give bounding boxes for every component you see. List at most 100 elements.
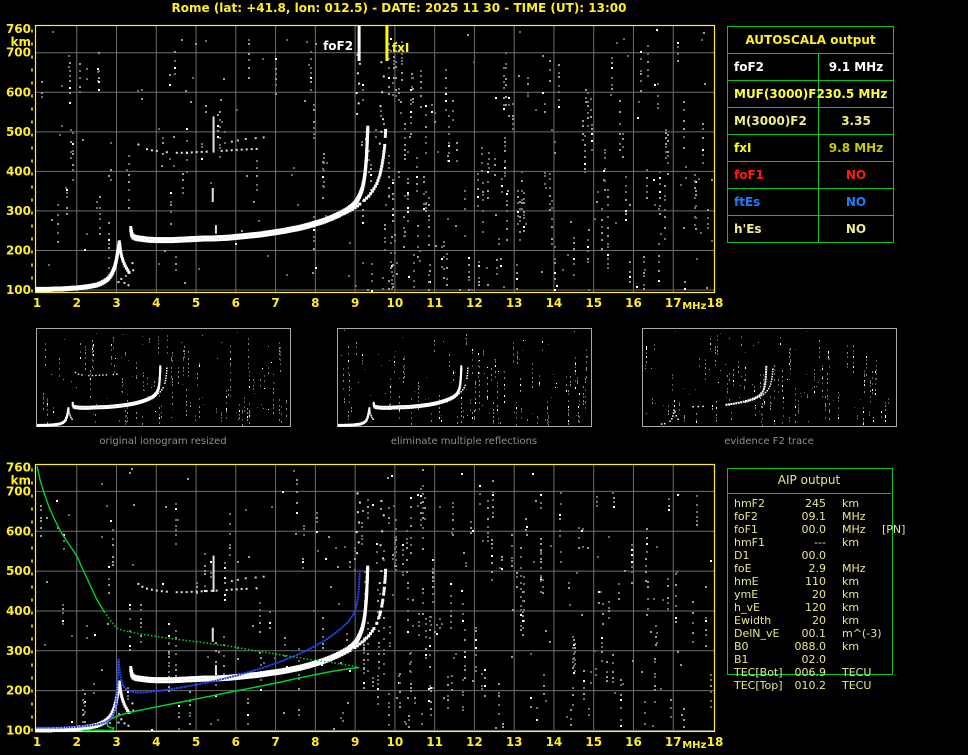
- svg-text:5: 5: [192, 296, 200, 310]
- table-row: DelN_vE00.1m^(-3): [734, 627, 905, 640]
- aip-value: 00.0: [792, 523, 826, 536]
- aip-value: ---: [792, 536, 826, 549]
- param-value-ftEs: NO: [819, 189, 893, 215]
- table-row: ftEs NO: [728, 189, 893, 216]
- table-row: ymE20km: [734, 588, 905, 601]
- aip-rows: hmF2245km foF209.1MHz foF100.0MHz[PN] hm…: [734, 497, 905, 692]
- aip-label: foE: [734, 562, 792, 575]
- svg-text:4: 4: [152, 296, 160, 310]
- aip-unit: km: [842, 640, 880, 653]
- table-row: foF2 9.1 MHz: [728, 54, 893, 81]
- param-value-foF1: NO: [819, 162, 893, 188]
- svg-text:18: 18: [707, 296, 724, 310]
- svg-text:13: 13: [506, 296, 523, 310]
- thumbnail-caption-3: evidence F2 trace: [642, 436, 896, 447]
- aip-label: B1: [734, 653, 792, 666]
- svg-text:500: 500: [6, 564, 31, 578]
- autoscala-output-table: AUTOSCALA output foF2 9.1 MHz MUF(3000)F…: [727, 26, 894, 243]
- table-row: foE2.9MHz: [734, 562, 905, 575]
- svg-text:8: 8: [311, 735, 319, 749]
- svg-text:4: 4: [152, 735, 160, 749]
- aip-label: hmF2: [734, 497, 792, 510]
- param-value-fxI: 9.8 MHz: [819, 135, 893, 161]
- svg-text:MHz: MHz: [682, 740, 706, 751]
- svg-text:km: km: [11, 474, 31, 488]
- svg-text:9: 9: [351, 735, 359, 749]
- svg-text:11: 11: [426, 296, 443, 310]
- svg-text:6: 6: [232, 296, 240, 310]
- svg-text:fxI: fxI: [392, 41, 409, 55]
- svg-text:5: 5: [192, 735, 200, 749]
- aip-value: 245: [792, 497, 826, 510]
- thumbnail-caption-2: eliminate multiple reflections: [337, 436, 591, 447]
- aip-unit: MHz: [842, 562, 880, 575]
- aip-value: 09.1: [792, 510, 826, 523]
- table-row: M(3000)F2 3.35: [728, 108, 893, 135]
- aip-unit: TECU: [842, 679, 880, 692]
- svg-text:2: 2: [73, 735, 81, 749]
- table-row: hmF1--- km: [734, 536, 905, 549]
- aip-unit: [842, 549, 880, 562]
- table-row: B0088.0 km: [734, 640, 905, 653]
- svg-text:500: 500: [6, 125, 31, 139]
- svg-text:600: 600: [6, 524, 31, 538]
- svg-text:11: 11: [426, 735, 443, 749]
- table-row: D100.0: [734, 549, 905, 562]
- svg-text:760: 760: [6, 22, 31, 36]
- param-label-fxI: fxI: [728, 135, 819, 161]
- param-label-MUF3000F2: MUF(3000)F2: [728, 81, 819, 107]
- svg-text:km: km: [11, 35, 31, 49]
- aip-unit: km: [842, 536, 880, 549]
- table-row: hmF2245km: [734, 497, 905, 510]
- svg-text:200: 200: [6, 684, 31, 698]
- aip-value: 20: [792, 614, 826, 627]
- svg-text:1: 1: [33, 735, 41, 749]
- aip-unit: TECU: [842, 666, 880, 679]
- table-row: foF1 NO: [728, 162, 893, 189]
- svg-text:400: 400: [6, 164, 31, 178]
- table-row: TEC[Bot]006.9TECU: [734, 666, 905, 679]
- svg-text:200: 200: [6, 243, 31, 257]
- aip-label: hmF1: [734, 536, 792, 549]
- svg-text:400: 400: [6, 604, 31, 618]
- aip-value: 20: [792, 588, 826, 601]
- svg-text:17: 17: [665, 296, 682, 310]
- table-row: h_vE120km: [734, 601, 905, 614]
- svg-text:18: 18: [707, 735, 724, 749]
- svg-text:100: 100: [6, 723, 31, 737]
- svg-text:2: 2: [73, 296, 81, 310]
- aip-label: TEC[Bot]: [734, 666, 792, 679]
- table-row: MUF(3000)F2 30.5 MHz: [728, 81, 893, 108]
- svg-text:3: 3: [112, 735, 120, 749]
- param-label-foF1: foF1: [728, 162, 819, 188]
- svg-text:17: 17: [665, 735, 682, 749]
- param-label-ftEs: ftEs: [728, 189, 819, 215]
- aip-label: Ewidth: [734, 614, 792, 627]
- svg-text:foF2: foF2: [323, 39, 353, 53]
- aip-value: 02.0: [792, 653, 826, 666]
- aip-unit: MHz: [842, 523, 880, 536]
- aip-value: 110: [792, 575, 826, 588]
- aip-header-divider: [728, 493, 891, 494]
- param-value-foF2: 9.1 MHz: [819, 54, 893, 80]
- param-value-MUF3000F2: 30.5 MHz: [819, 81, 893, 107]
- aip-label: hmE: [734, 575, 792, 588]
- svg-text:16: 16: [625, 296, 642, 310]
- aip-label: B0: [734, 640, 792, 653]
- svg-text:15: 15: [585, 296, 602, 310]
- aip-label: D1: [734, 549, 792, 562]
- svg-text:1: 1: [33, 296, 41, 310]
- svg-text:9: 9: [351, 296, 359, 310]
- aip-note: [PN]: [882, 523, 905, 536]
- svg-text:3: 3: [112, 296, 120, 310]
- aip-value: 088.0: [792, 640, 826, 653]
- svg-text:760: 760: [6, 461, 31, 475]
- page-title: Rome (lat: +41.8, lon: 012.5) - DATE: 20…: [36, 1, 762, 15]
- table-row: TEC[Top]010.2TECU: [734, 679, 905, 692]
- svg-text:300: 300: [6, 204, 31, 218]
- aip-value: 010.2: [792, 679, 826, 692]
- svg-text:12: 12: [466, 296, 483, 310]
- aip-value: 00.1: [792, 627, 826, 640]
- svg-text:600: 600: [6, 85, 31, 99]
- autoscala-app-screen: 760700600500400300200100km12345678910111…: [0, 0, 968, 755]
